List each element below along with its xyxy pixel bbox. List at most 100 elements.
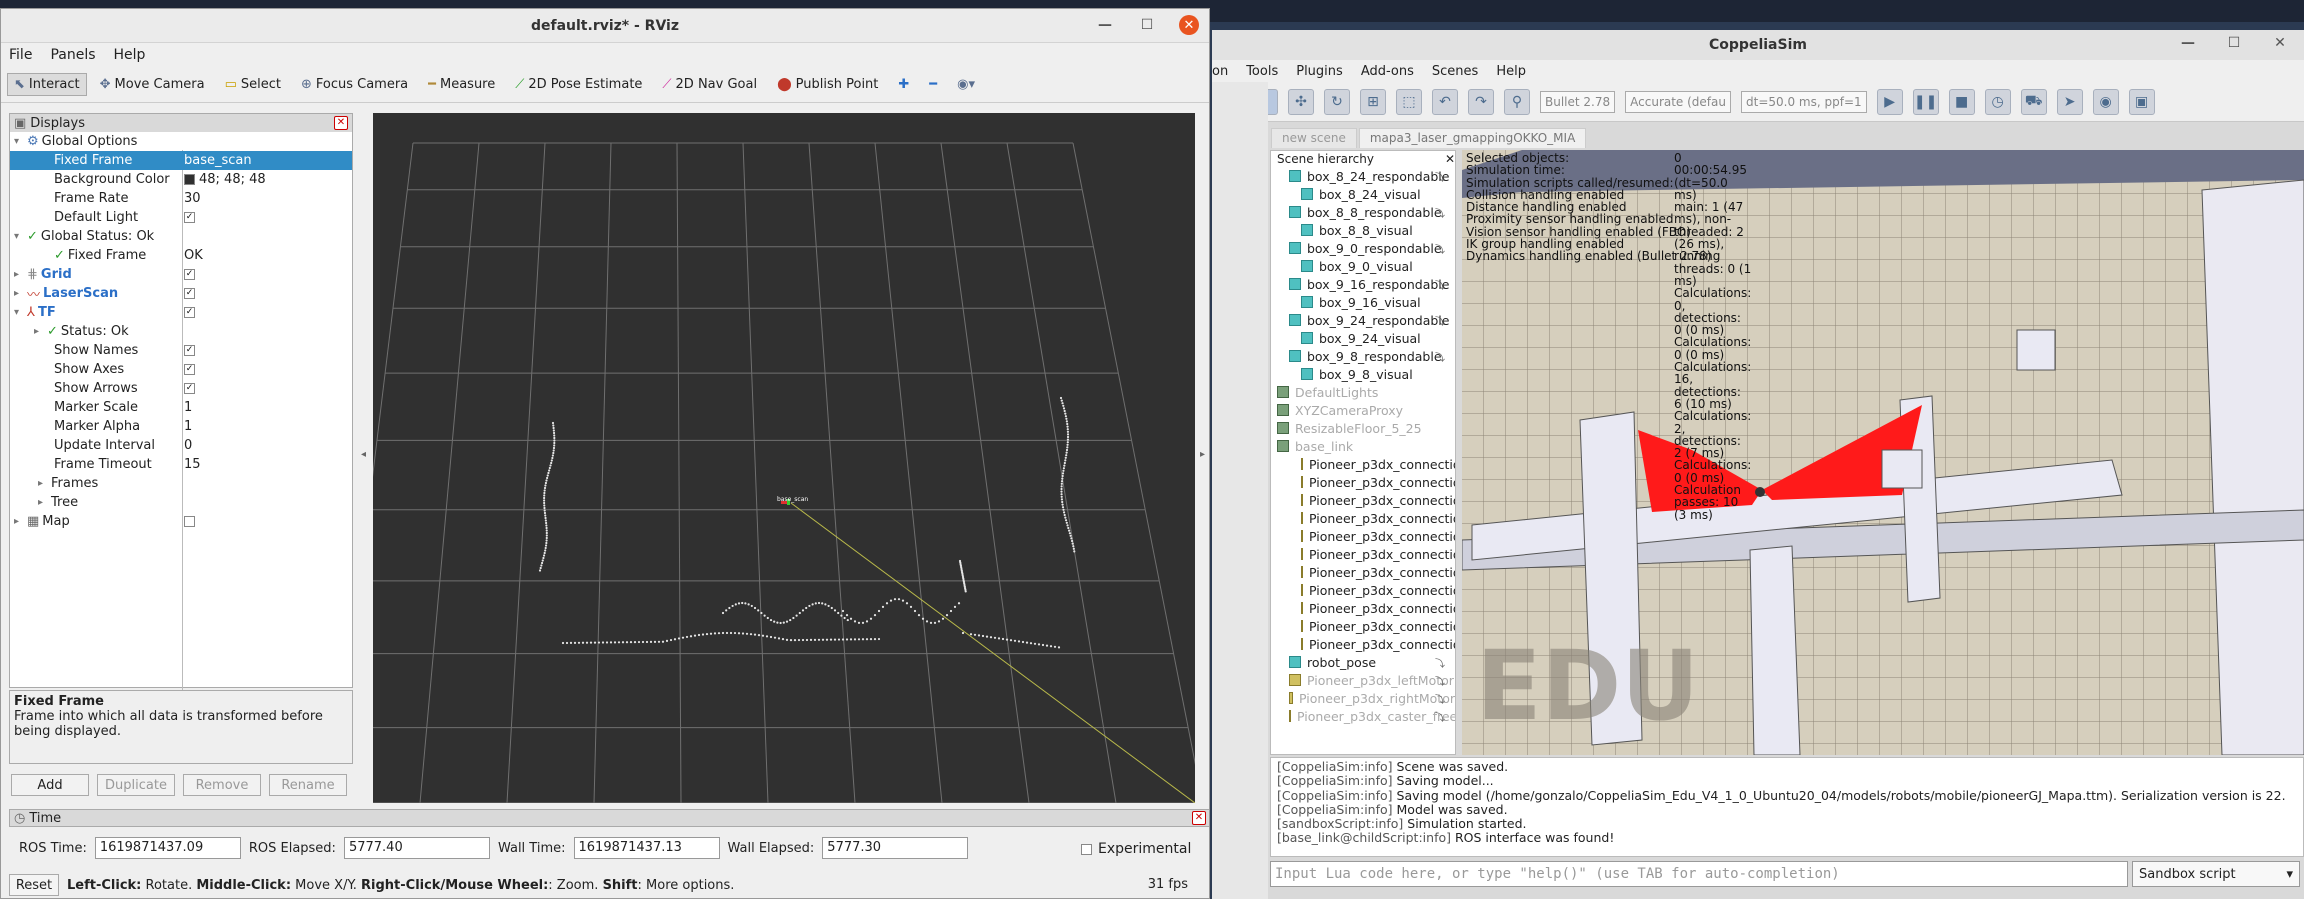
faster-icon[interactable]: ➤ xyxy=(2056,88,2083,115)
tree-row-show-arrows[interactable]: Show Arrows ✓ xyxy=(10,379,352,398)
hierarchy-item[interactable]: Pioneer_p3dx_connection3 xyxy=(1271,527,1455,545)
object-rotate-icon[interactable]: ↻ xyxy=(1324,88,1350,115)
tree-row-frame-timeout[interactable]: Frame Timeout 15 xyxy=(10,455,352,474)
hierarchy-item[interactable]: box_9_8_respondable ⤵ xyxy=(1271,347,1455,365)
slower-icon[interactable]: ⛟ xyxy=(2020,88,2047,115)
script-icon[interactable]: ⤵ xyxy=(1435,241,1445,256)
tree-row-frames[interactable]: ▸ Frames xyxy=(10,474,352,493)
hierarchy-item[interactable]: base_link xyxy=(1271,437,1455,455)
hierarchy-item[interactable]: box_9_8_visual xyxy=(1271,365,1455,383)
tree-row-default-light[interactable]: Default Light ✓ xyxy=(10,208,352,227)
hierarchy-item[interactable]: box_8_24_visual xyxy=(1271,185,1455,203)
experimental-toggle[interactable]: Experimental xyxy=(1081,841,1191,857)
tree-row-map[interactable]: ▸ ▦ Map xyxy=(10,512,352,531)
close-icon[interactable]: ✕ xyxy=(2270,35,2290,51)
tree-row-show-axes[interactable]: Show Axes ✓ xyxy=(10,360,352,379)
close-icon[interactable]: ✕ xyxy=(1445,152,1455,166)
script-icon[interactable]: ⤵ xyxy=(1435,349,1445,364)
menu-item-help[interactable]: Help xyxy=(1496,64,1526,79)
marker-alpha-value[interactable]: 1 xyxy=(184,419,192,434)
nav-goal-tool[interactable]: ⟋ 2D Nav Goal xyxy=(655,73,764,96)
tree-row-tree[interactable]: ▸ Tree xyxy=(10,493,352,512)
script-icon[interactable]: ⤵ xyxy=(1435,673,1445,688)
hierarchy-item[interactable]: Pioneer_p3dx_connection9 xyxy=(1271,635,1455,653)
menu-help[interactable]: Help xyxy=(114,47,146,63)
tab-current-scene[interactable]: mapa3_laser_gmappingOKKO_MIA xyxy=(1358,128,1587,148)
script-icon[interactable]: ⤵ xyxy=(1435,655,1445,670)
hierarchy-item[interactable]: box_9_16_respondable ⤵ xyxy=(1271,275,1455,293)
show-arrows-checkbox[interactable]: ✓ xyxy=(184,383,195,394)
stop-icon[interactable]: ■ xyxy=(1948,88,1975,115)
grid-checkbox[interactable]: ✓ xyxy=(184,269,195,280)
assemble-icon[interactable]: ⊞ xyxy=(1360,88,1386,115)
hierarchy-item[interactable]: Pioneer_p3dx_rightMotor ⤵ xyxy=(1271,689,1455,707)
script-icon[interactable]: ⤵ xyxy=(1435,277,1445,292)
play-icon[interactable]: ▶ xyxy=(1876,88,1903,115)
ros-time-field[interactable]: 1619871437.09 xyxy=(94,837,241,859)
close-icon[interactable]: ✕ xyxy=(1179,15,1199,35)
default-light-checkbox[interactable]: ✓ xyxy=(184,212,195,223)
hierarchy-item[interactable]: Pioneer_p3dx_connection1 xyxy=(1271,455,1455,473)
menu-item-simulation[interactable]: on xyxy=(1212,64,1228,79)
focus-camera-tool[interactable]: ⊕ Focus Camera xyxy=(294,73,415,96)
page-selector-icon[interactable]: ▣ xyxy=(2128,88,2155,115)
menu-item-plugins[interactable]: Plugins xyxy=(1296,64,1343,79)
hierarchy-item[interactable]: box_9_0_visual xyxy=(1271,257,1455,275)
dynamics-icon[interactable]: ⚲ xyxy=(1504,88,1530,115)
close-icon[interactable]: ✕ xyxy=(1192,811,1206,825)
minimize-icon[interactable]: — xyxy=(2178,35,2198,51)
pose-estimate-tool[interactable]: ⟋ 2D Pose Estimate xyxy=(508,73,649,96)
tree-row-show-names[interactable]: Show Names ✓ xyxy=(10,341,352,360)
script-icon[interactable]: ⤵ xyxy=(1435,169,1445,184)
add-tool-button[interactable]: ✚ xyxy=(891,73,916,96)
realtime-icon[interactable]: ◷ xyxy=(1984,88,2011,115)
tab-new-scene[interactable]: new scene xyxy=(1271,128,1357,148)
update-interval-value[interactable]: 0 xyxy=(184,438,192,453)
hierarchy-item[interactable]: box_8_8_visual xyxy=(1271,221,1455,239)
hierarchy-item[interactable]: ResizableFloor_5_25 xyxy=(1271,419,1455,437)
add-button[interactable]: Add xyxy=(11,774,89,796)
remove-tool-button[interactable]: ━ xyxy=(922,73,944,96)
hierarchy-item[interactable]: Pioneer_p3dx_connection10 xyxy=(1271,473,1455,491)
menu-item-addons[interactable]: Add-ons xyxy=(1361,64,1414,79)
frame-timeout-value[interactable]: 15 xyxy=(184,457,201,472)
menu-file[interactable]: File xyxy=(9,47,32,63)
hierarchy-item[interactable]: Pioneer_p3dx_connection6 xyxy=(1271,581,1455,599)
tree-row-laserscan[interactable]: ▸ 〰 LaserScan ✓ xyxy=(10,284,352,303)
hierarchy-item[interactable]: Pioneer_p3dx_connection5 xyxy=(1271,563,1455,581)
tree-row-marker-scale[interactable]: Marker Scale 1 xyxy=(10,398,352,417)
hierarchy-item[interactable]: box_8_8_respondable ⤵ xyxy=(1271,203,1455,221)
tree-row-tf[interactable]: ▾ ⅄ TF ✓ xyxy=(10,303,352,322)
undo-icon[interactable]: ↶ xyxy=(1432,88,1458,115)
hierarchy-item[interactable]: DefaultLights xyxy=(1271,383,1455,401)
show-names-checkbox[interactable]: ✓ xyxy=(184,345,195,356)
physics-engine-select[interactable]: Bullet 2.78 xyxy=(1540,90,1616,113)
maximize-icon[interactable]: ☐ xyxy=(1137,17,1157,33)
fixed-frame-value[interactable]: base_scan xyxy=(184,153,252,168)
duplicate-button[interactable]: Duplicate xyxy=(97,774,175,796)
view-options-button[interactable]: ◉▾ xyxy=(950,73,982,96)
move-camera-tool[interactable]: ✥ Move Camera xyxy=(93,73,212,96)
script-select[interactable]: Sandbox script ▾ xyxy=(2132,861,2300,887)
select-tool[interactable]: ▭ Select xyxy=(218,73,288,96)
experimental-checkbox[interactable] xyxy=(1081,843,1092,855)
lua-command-input[interactable]: Input Lua code here, or type "help()" (u… xyxy=(1270,861,2128,887)
minimize-icon[interactable]: — xyxy=(1095,17,1115,33)
pause-icon[interactable]: ❚❚ xyxy=(1912,88,1939,115)
hierarchy-item[interactable]: Pioneer_p3dx_connection11 xyxy=(1271,491,1455,509)
script-icon[interactable]: ⤵ xyxy=(1435,205,1445,220)
tree-row-global-options[interactable]: ▾ ⚙ Global Options xyxy=(10,132,352,151)
hierarchy-item[interactable]: box_9_0_respondable ⤵ xyxy=(1271,239,1455,257)
script-icon[interactable]: ⤵ xyxy=(1435,709,1445,724)
tree-row-grid[interactable]: ▸ ⋕ Grid ✓ xyxy=(10,265,352,284)
maximize-icon[interactable]: ☐ xyxy=(2224,35,2244,51)
3d-viewport[interactable]: base_scan xyxy=(332,113,1204,804)
menu-item-scenes[interactable]: Scenes xyxy=(1432,64,1478,79)
wall-time-field[interactable]: 1619871437.13 xyxy=(573,837,720,859)
script-icon[interactable]: ⤵ xyxy=(1435,691,1445,706)
object-shift-icon[interactable]: ✣ xyxy=(1288,88,1314,115)
background-color-value[interactable]: 48; 48; 48 xyxy=(199,172,266,187)
tree-row-background-color[interactable]: Background Color 48; 48; 48 xyxy=(10,170,352,189)
hierarchy-item[interactable]: box_9_16_visual xyxy=(1271,293,1455,311)
script-icon[interactable]: ⤵ xyxy=(1435,313,1445,328)
